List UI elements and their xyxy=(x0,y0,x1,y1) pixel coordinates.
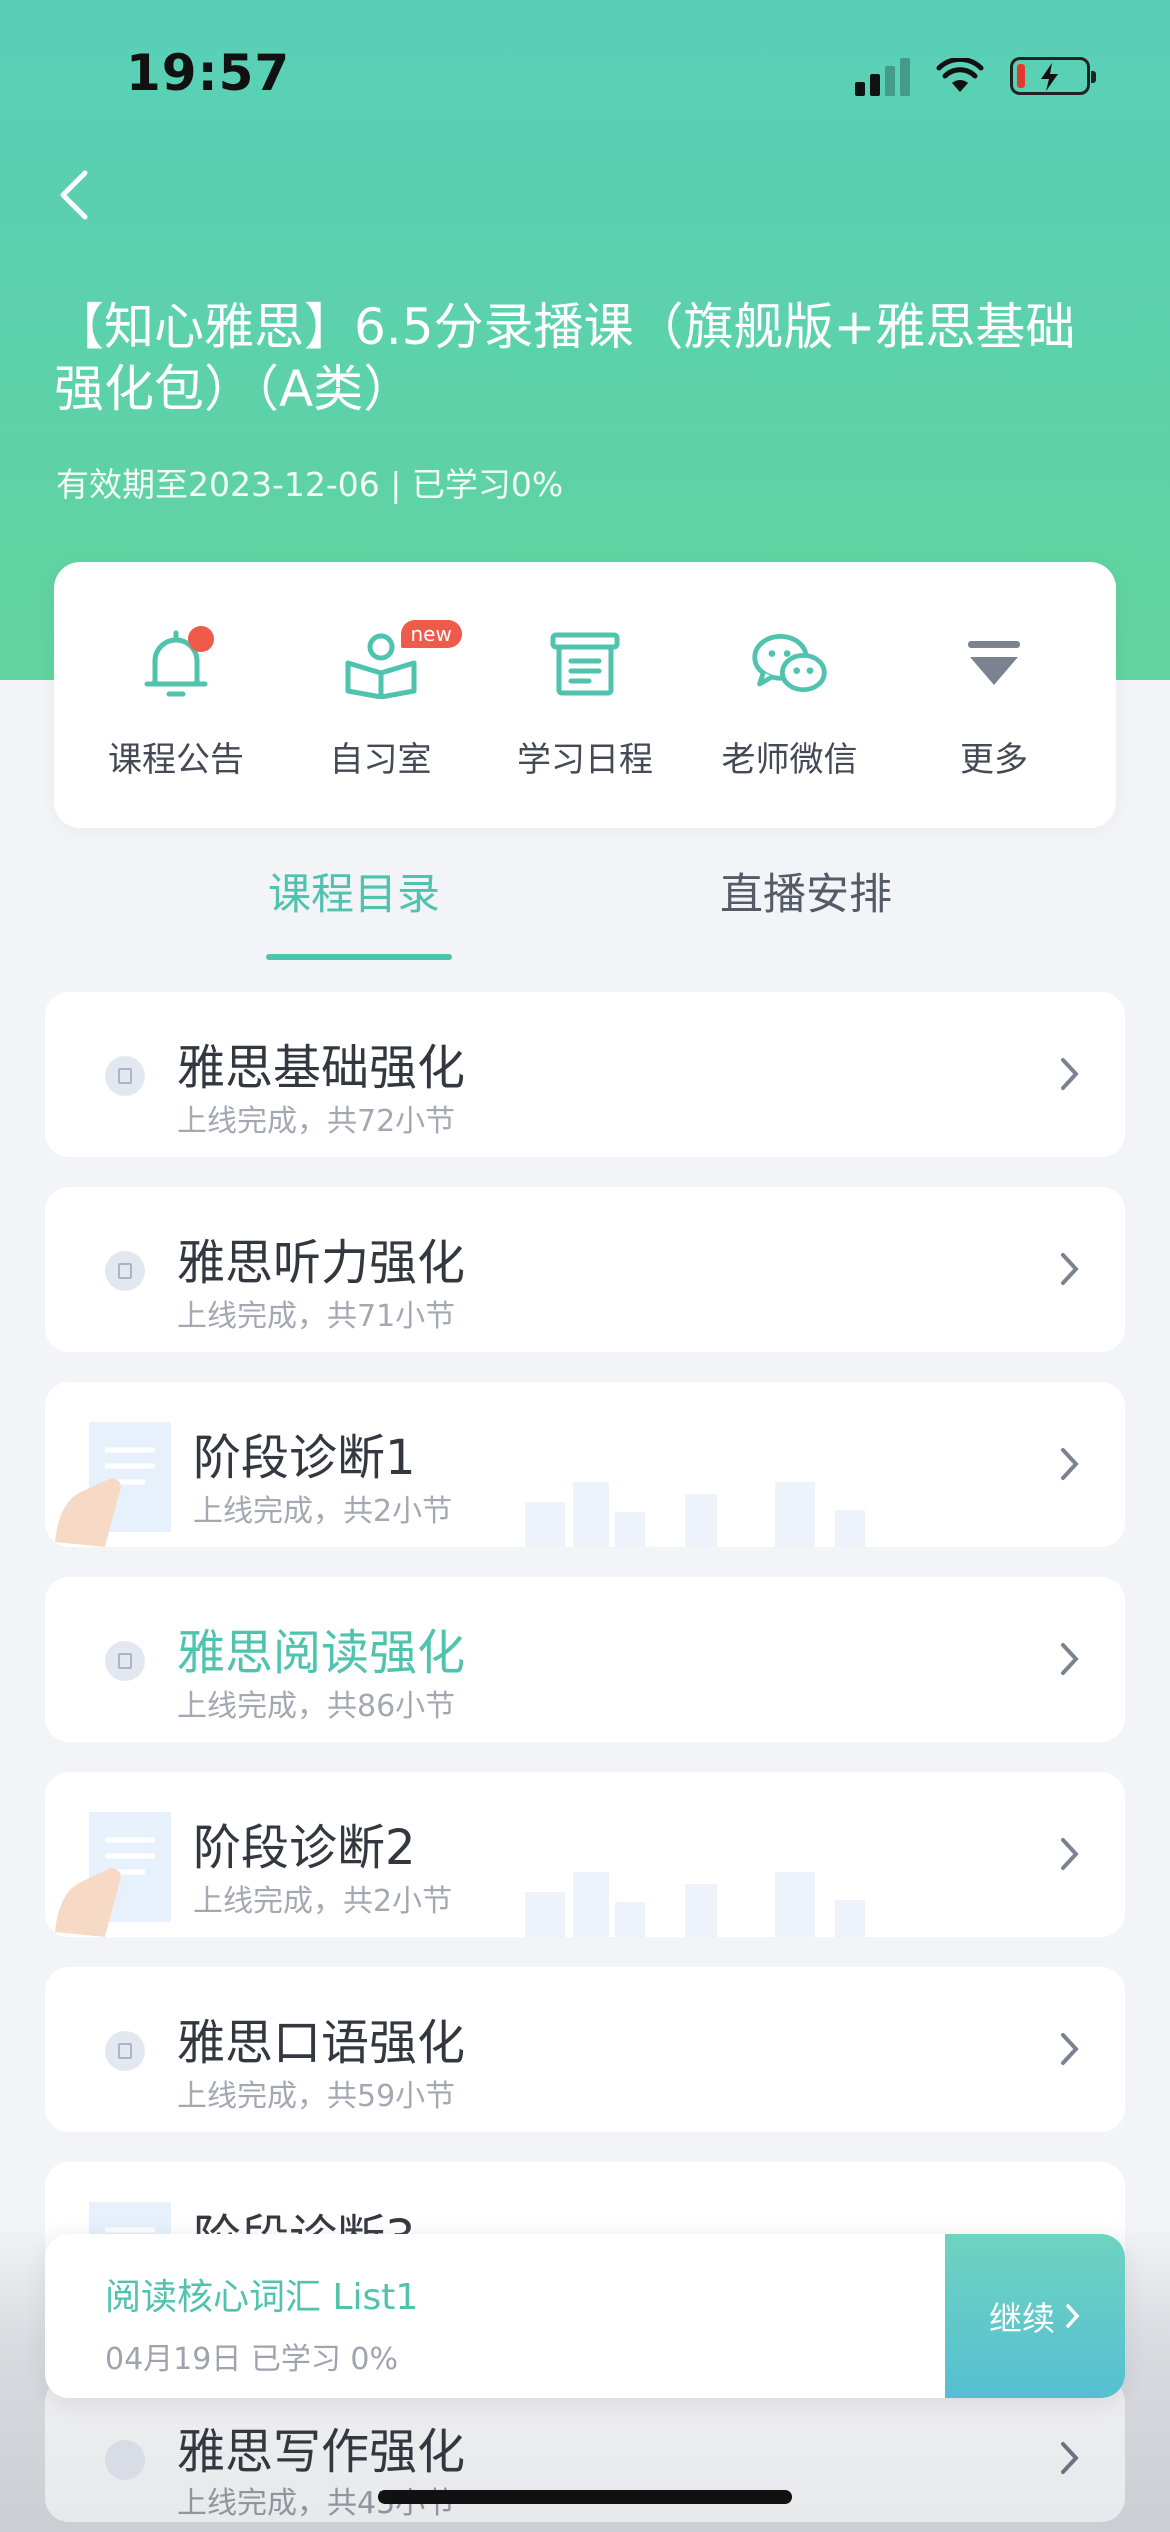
chevron-right-icon xyxy=(1061,2033,1079,2065)
new-badge: new xyxy=(400,620,462,648)
list-item-title: 雅思阅读强化 xyxy=(177,1625,466,1681)
section-tabs: 课程目录 直播安排 xyxy=(0,860,1170,970)
course-list: 雅思基础强化 上线完成，共72小节 雅思听力强化 上线完成，共71小节 阶段诊断… xyxy=(45,992,1125,2357)
chevron-left-icon xyxy=(60,170,88,220)
status-icons xyxy=(855,54,1096,98)
quick-action-label: 更多 xyxy=(960,740,1028,780)
quick-action-label: 课程公告 xyxy=(108,740,244,780)
quick-action-announcement[interactable]: 课程公告 xyxy=(88,562,264,828)
list-item-subtitle: 上线完成，共71小节 xyxy=(177,1299,456,1334)
list-item-subtitle: 上线完成，共59小节 xyxy=(177,2079,456,2114)
list-item-title: 阶段诊断1 xyxy=(193,1430,416,1486)
chevron-right-icon xyxy=(1061,1253,1079,1285)
tab-course-catalog[interactable]: 课程目录 xyxy=(268,860,440,922)
quick-action-label: 自习室 xyxy=(329,740,432,780)
list-item[interactable]: 雅思口语强化 上线完成，共59小节 xyxy=(45,1967,1125,2132)
chevron-right-icon xyxy=(1061,1448,1079,1480)
list-item-title: 雅思听力强化 xyxy=(177,1235,466,1291)
home-indicator[interactable] xyxy=(378,2490,792,2504)
continue-learning-bar[interactable]: 阅读核心词汇 List1 04月19日 已学习 0% 继续 xyxy=(45,2234,1125,2398)
wifi-icon xyxy=(936,58,984,92)
chapter-icon xyxy=(105,1056,145,1096)
list-item-subtitle: 上线完成，共2小节 xyxy=(193,1884,453,1919)
quick-actions-card: 课程公告 new 自习室 学习日程 老师微信 更多 xyxy=(54,562,1116,828)
list-item[interactable]: 雅思基础强化 上线完成，共72小节 xyxy=(45,992,1125,1157)
chapter-icon xyxy=(105,1251,145,1291)
chapter-icon xyxy=(105,1641,145,1681)
quick-action-schedule[interactable]: 学习日程 xyxy=(497,562,673,828)
list-item-subtitle: 上线完成，共72小节 xyxy=(177,1104,456,1139)
continue-lesson-progress: 04月19日 已学习 0% xyxy=(105,2342,399,2377)
active-tab-indicator xyxy=(266,954,452,960)
quick-action-label: 学习日程 xyxy=(517,740,653,780)
quick-action-more[interactable]: 更多 xyxy=(906,562,1082,828)
schedule-icon xyxy=(550,632,620,696)
quick-action-study-room[interactable]: new 自习室 xyxy=(293,562,469,828)
chevron-right-icon xyxy=(1061,1838,1079,1870)
chevron-right-icon xyxy=(1061,1643,1079,1675)
more-filter-icon xyxy=(968,641,1020,685)
tab-live-schedule[interactable]: 直播安排 xyxy=(720,860,892,922)
wechat-icon xyxy=(751,633,827,693)
chevron-right-icon xyxy=(1066,2304,1080,2328)
list-item[interactable]: 阶段诊断2 上线完成，共2小节 xyxy=(45,1772,1125,1937)
course-meta: 有效期至2023-12-06 | 已学习0% xyxy=(56,465,564,504)
course-title: 【知心雅思】6.5分录播课（旗舰版+雅思基础强化包）（A类） xyxy=(54,298,1076,418)
list-item-title: 雅思口语强化 xyxy=(177,2015,466,2071)
list-item-subtitle: 上线完成，共86小节 xyxy=(177,1689,456,1724)
list-item-subtitle: 上线完成，共2小节 xyxy=(193,1494,453,1529)
chapter-icon xyxy=(105,2440,145,2480)
unread-dot xyxy=(188,626,214,652)
continue-button[interactable]: 继续 xyxy=(945,2234,1125,2398)
chevron-right-icon xyxy=(1061,2442,1079,2474)
status-time: 19:57 xyxy=(126,44,291,102)
signal-icon xyxy=(855,56,910,96)
battery-icon xyxy=(1010,57,1096,95)
list-item-title: 雅思基础强化 xyxy=(177,1040,466,1096)
quick-action-teacher-wechat[interactable]: 老师微信 xyxy=(702,562,878,828)
list-item-title: 阶段诊断2 xyxy=(193,1820,416,1876)
course-detail-page: 19:57 【知心雅思】6.5分录播课（旗舰版+雅思基础强化包）（A类） 有效期… xyxy=(0,0,1170,2532)
continue-lesson-title: 阅读核心词汇 List1 xyxy=(105,2277,419,2318)
list-item[interactable]: 雅思阅读强化 上线完成，共86小节 xyxy=(45,1577,1125,1742)
back-button[interactable] xyxy=(44,160,104,230)
quick-action-label: 老师微信 xyxy=(721,740,858,780)
list-item-title: 雅思写作强化 xyxy=(177,2424,466,2480)
list-item[interactable]: 雅思听力强化 上线完成，共71小节 xyxy=(45,1187,1125,1352)
chevron-right-icon xyxy=(1061,1058,1079,1090)
list-item[interactable]: 阶段诊断1 上线完成，共2小节 xyxy=(45,1382,1125,1547)
chapter-icon xyxy=(105,2031,145,2071)
continue-button-label: 继续 xyxy=(989,2299,1055,2338)
